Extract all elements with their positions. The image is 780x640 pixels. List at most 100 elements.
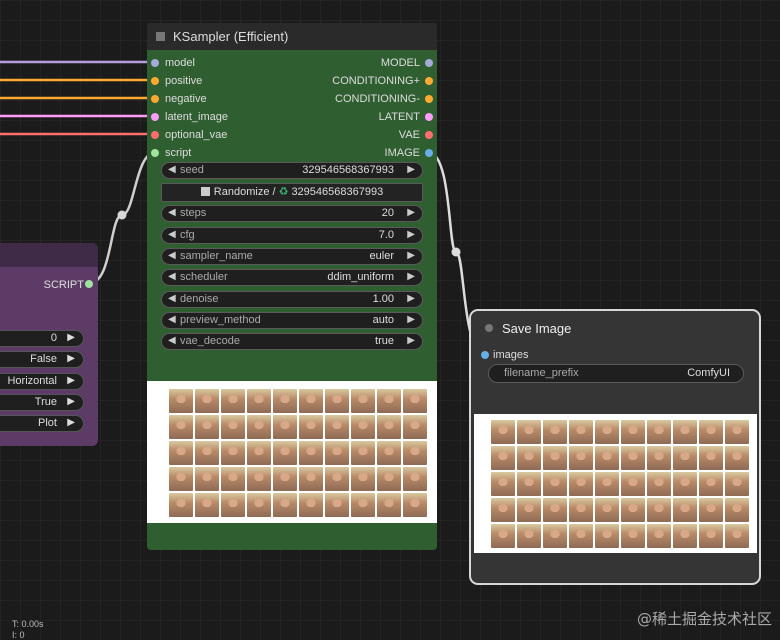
output-dot[interactable] — [425, 95, 433, 103]
preview-thumbnail — [195, 415, 219, 439]
output-dot[interactable] — [425, 131, 433, 139]
preview-thumbnail — [403, 415, 427, 439]
preview-thumbnail — [169, 493, 193, 517]
ksampler-title-bar[interactable]: KSampler (Efficient) — [147, 23, 437, 50]
widget-seed[interactable]: ◀ seed 329546568367993 ▶ — [161, 162, 423, 179]
preview-thumbnail — [221, 493, 245, 517]
widget-steps[interactable]: ◀ steps 20 ▶ — [161, 205, 423, 222]
widget-sampler-name[interactable]: ◀ sampler_name euler ▶ — [161, 248, 423, 265]
widget-3[interactable]: True ▶ — [0, 394, 84, 411]
widget-4[interactable]: Plot ▶ — [0, 415, 84, 432]
preview-thumbnail — [403, 389, 427, 413]
preview-thumbnail — [403, 467, 427, 491]
ksampler-node[interactable]: KSampler (Efficient) model positive nega… — [147, 23, 437, 550]
right-arrow-icon[interactable]: ▶ — [67, 396, 75, 407]
right-arrow-icon[interactable]: ▶ — [407, 314, 415, 325]
widget-cfg[interactable]: ◀ cfg 7.0 ▶ — [161, 227, 423, 244]
right-arrow-icon[interactable]: ▶ — [407, 164, 415, 175]
output-dot[interactable] — [425, 113, 433, 121]
left-arrow-icon[interactable]: ◀ — [168, 293, 176, 304]
preview-thumbnail — [543, 446, 567, 470]
collapse-icon[interactable] — [156, 32, 165, 41]
right-arrow-icon[interactable]: ▶ — [67, 417, 75, 428]
images-input-dot[interactable] — [481, 351, 489, 359]
right-arrow-icon[interactable]: ▶ — [407, 250, 415, 261]
left-arrow-icon[interactable]: ◀ — [168, 229, 176, 240]
saved-image-preview — [474, 414, 757, 553]
left-arrow-icon[interactable]: ◀ — [168, 314, 176, 325]
xy-plot-grid — [491, 420, 749, 548]
input-dot[interactable] — [151, 131, 159, 139]
preview-thumbnail — [517, 420, 541, 444]
preview-thumbnail — [517, 472, 541, 496]
preview-thumbnail — [595, 498, 619, 522]
ksampler-preview-image — [147, 381, 437, 523]
preview-thumbnail — [169, 467, 193, 491]
widget-scheduler[interactable]: ◀ scheduler ddim_uniform ▶ — [161, 269, 423, 286]
preview-thumbnail — [647, 524, 671, 548]
widget-0[interactable]: 0 ▶ — [0, 330, 84, 347]
preview-thumbnail — [325, 389, 349, 413]
right-arrow-icon[interactable]: ▶ — [407, 271, 415, 282]
output-dot[interactable] — [425, 59, 433, 67]
filename-prefix-field[interactable]: filename_prefix ComfyUI — [488, 364, 744, 383]
preview-thumbnail — [517, 498, 541, 522]
input-dot[interactable] — [151, 77, 159, 85]
right-arrow-icon[interactable]: ▶ — [67, 375, 75, 386]
output-dot[interactable] — [425, 149, 433, 157]
preview-thumbnail — [569, 498, 593, 522]
preview-thumbnail — [673, 420, 697, 444]
input-dot[interactable] — [151, 113, 159, 121]
collapse-icon[interactable] — [485, 324, 493, 332]
script-node[interactable]: SCRIPT 0 ▶ False ▶ Horizontal ▶ True ▶ Plot ▶ — [0, 243, 98, 446]
preview-thumbnail — [195, 493, 219, 517]
left-arrow-icon[interactable]: ◀ — [168, 164, 176, 175]
script-output-dot[interactable] — [85, 280, 93, 288]
preview-thumbnail — [351, 415, 375, 439]
preview-thumbnail — [273, 389, 297, 413]
preview-thumbnail — [491, 420, 515, 444]
left-arrow-icon[interactable]: ◀ — [168, 250, 176, 261]
widget-vae-decode[interactable]: ◀ vae_decode true ▶ — [161, 333, 423, 350]
preview-thumbnail — [169, 415, 193, 439]
right-arrow-icon[interactable]: ▶ — [407, 207, 415, 218]
preview-thumbnail — [595, 472, 619, 496]
randomize-button[interactable]: Randomize / ♻ 329546568367993 — [161, 183, 423, 202]
script-node-header[interactable] — [0, 243, 98, 267]
preview-thumbnail — [595, 524, 619, 548]
right-arrow-icon[interactable]: ▶ — [407, 293, 415, 304]
input-dot[interactable] — [151, 95, 159, 103]
preview-thumbnail — [673, 472, 697, 496]
right-arrow-icon[interactable]: ▶ — [67, 353, 75, 364]
save-image-node[interactable]: Save Image images filename_prefix ComfyU… — [469, 309, 761, 585]
input-dot[interactable] — [151, 149, 159, 157]
left-arrow-icon[interactable]: ◀ — [168, 335, 176, 346]
preview-thumbnail — [221, 441, 245, 465]
recycle-icon: ♻ — [278, 186, 289, 198]
input-dot[interactable] — [151, 59, 159, 67]
preview-thumbnail — [647, 498, 671, 522]
left-arrow-icon[interactable]: ◀ — [168, 271, 176, 282]
widget-denoise[interactable]: ◀ denoise 1.00 ▶ — [161, 291, 423, 308]
preview-thumbnail — [273, 441, 297, 465]
widget-preview-method[interactable]: ◀ preview_method auto ▶ — [161, 312, 423, 329]
save-image-title: Save Image — [502, 321, 572, 336]
preview-thumbnail — [377, 415, 401, 439]
watermark: @稀土掘金技术社区 — [636, 610, 772, 628]
preview-thumbnail — [299, 415, 323, 439]
left-arrow-icon[interactable]: ◀ — [168, 207, 176, 218]
preview-thumbnail — [169, 441, 193, 465]
widget-2[interactable]: Horizontal ▶ — [0, 373, 84, 390]
right-arrow-icon[interactable]: ▶ — [407, 229, 415, 240]
preview-thumbnail — [491, 524, 515, 548]
preview-thumbnail — [195, 389, 219, 413]
output-dot[interactable] — [425, 77, 433, 85]
preview-thumbnail — [595, 420, 619, 444]
right-arrow-icon[interactable]: ▶ — [407, 335, 415, 346]
widget-1[interactable]: False ▶ — [0, 351, 84, 368]
right-arrow-icon[interactable]: ▶ — [67, 332, 75, 343]
preview-thumbnail — [491, 446, 515, 470]
preview-thumbnail — [351, 389, 375, 413]
preview-thumbnail — [195, 441, 219, 465]
preview-thumbnail — [273, 493, 297, 517]
